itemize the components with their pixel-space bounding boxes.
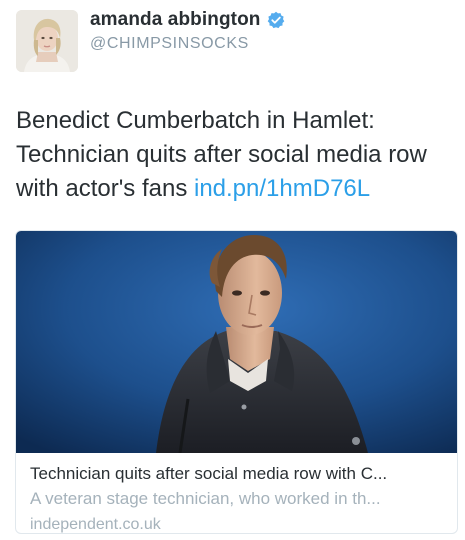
author-names: amanda abbington @CHIMPSINSOCKS <box>90 8 285 53</box>
tweet-header: amanda abbington @CHIMPSINSOCKS <box>16 8 456 74</box>
verified-badge-icon <box>267 11 285 29</box>
tweet-text: Benedict Cumberbatch in Hamlet: Technici… <box>16 104 456 206</box>
display-name-row: amanda abbington <box>90 8 285 32</box>
avatar[interactable] <box>16 10 78 72</box>
card-domain: independent.co.uk <box>30 516 161 533</box>
display-name[interactable]: amanda abbington <box>90 9 261 31</box>
tweet: amanda abbington @CHIMPSINSOCKS Benedict… <box>0 0 465 540</box>
card-title[interactable]: Technician quits after social media row … <box>30 463 448 485</box>
card-image[interactable] <box>16 231 457 453</box>
tweet-link[interactable]: ind.pn/1hmD76L <box>194 175 370 202</box>
card-meta: Technician quits after social media row … <box>30 463 448 533</box>
link-card[interactable]: Technician quits after social media row … <box>15 230 458 534</box>
user-handle[interactable]: @CHIMPSINSOCKS <box>90 35 285 53</box>
card-description: A veteran stage technician, who worked i… <box>30 489 381 508</box>
